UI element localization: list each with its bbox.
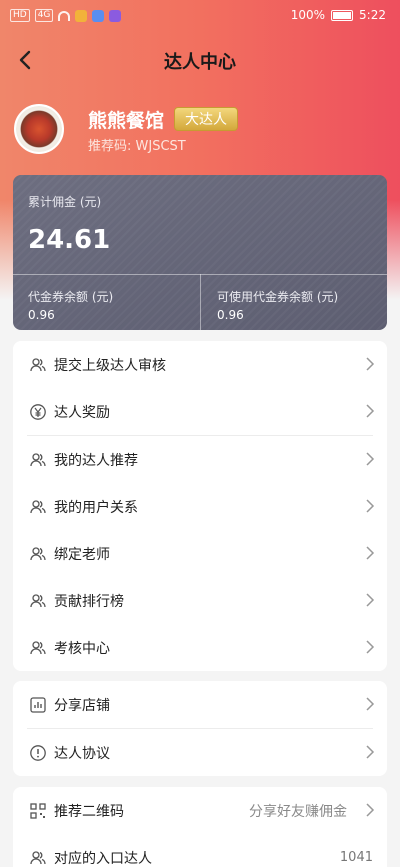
referral-code: 推荐码: WJSCST: [88, 139, 186, 154]
battery-icon: [331, 9, 354, 21]
food-image: [16, 106, 62, 152]
menu-item-label: 分享店铺: [54, 697, 110, 714]
menu-item-label: 提交上级达人审核: [54, 357, 166, 374]
share-menu-card: 分享店铺 达人协议: [13, 681, 387, 776]
avatar[interactable]: [14, 104, 64, 154]
menu-item-label: 贡献排行榜: [54, 593, 124, 610]
menu-item-entry-talents[interactable]: 对应的入口达人 1041: [13, 834, 387, 867]
usable-voucher-label: 可使用代金券余额 (元): [217, 290, 339, 304]
users-icon: [29, 639, 47, 657]
users-icon: [29, 451, 47, 469]
signal-chip: 4G: [34, 9, 54, 22]
chevron-right-icon: [365, 451, 375, 467]
chevron-right-icon: [365, 744, 375, 760]
menu-item-my-referrals[interactable]: 我的达人推荐: [13, 436, 387, 483]
chevron-right-icon: [365, 356, 375, 372]
qr-menu-card: 推荐二维码 分享好友赚佣金 对应的入口达人 1041: [13, 787, 387, 867]
yen-icon: [29, 403, 47, 421]
main-menu-card: 提交上级达人审核 达人奖励 我的达人推荐 我的用户关系 绑定老师 贡献排行榜 考…: [13, 341, 387, 671]
nav-bar: 达人中心: [0, 38, 400, 82]
voucher-balance-label: 代金券余额 (元): [28, 290, 114, 304]
shop-name: 熊熊餐馆: [88, 110, 165, 132]
talent-count: 1041: [339, 850, 373, 865]
level-badge: 大达人: [174, 107, 238, 131]
menu-item-label: 我的用户关系: [54, 499, 138, 516]
qr-icon: [29, 802, 47, 820]
menu-item-agreement[interactable]: 达人协议: [13, 729, 387, 776]
app-notification-icon: [75, 9, 88, 22]
status-bar: HD 4G 100% 5:22: [0, 0, 400, 32]
chevron-right-icon: [365, 592, 375, 608]
chevron-right-icon: [365, 545, 375, 561]
chevron-right-icon: [365, 639, 375, 655]
share-hint: 分享好友赚佣金: [249, 803, 347, 820]
menu-item-rewards[interactable]: 达人奖励: [13, 388, 387, 435]
chevron-right-icon: [365, 696, 375, 712]
menu-item-user-relations[interactable]: 我的用户关系: [13, 483, 387, 530]
menu-item-label: 我的达人推荐: [54, 452, 138, 469]
menu-item-bind-teacher[interactable]: 绑定老师: [13, 530, 387, 577]
page-title: 达人中心: [164, 52, 236, 73]
menu-item-share-shop[interactable]: 分享店铺: [13, 681, 387, 728]
voucher-balance-value: 0.96: [28, 308, 55, 322]
chevron-right-icon: [365, 802, 375, 818]
usable-voucher-value: 0.96: [217, 308, 244, 322]
menu-item-label: 推荐二维码: [54, 803, 124, 820]
users-icon: [29, 592, 47, 610]
menu-item-qr-code[interactable]: 推荐二维码 分享好友赚佣金: [13, 787, 387, 834]
chevron-right-icon: [365, 498, 375, 514]
menu-item-submit-review[interactable]: 提交上级达人审核: [13, 341, 387, 388]
total-commission-label: 累计佣金 (元): [28, 195, 102, 209]
app-notification-icon: [109, 9, 122, 22]
menu-item-label: 考核中心: [54, 640, 110, 657]
info-icon: [29, 744, 47, 762]
clock: 5:22: [359, 8, 386, 22]
menu-item-assessment[interactable]: 考核中心: [13, 624, 387, 671]
chevron-right-icon: [365, 403, 375, 419]
chart-icon: [29, 696, 47, 714]
users-icon: [29, 498, 47, 516]
users-icon: [29, 356, 47, 374]
menu-item-label: 达人奖励: [54, 404, 110, 421]
network-chip: HD: [10, 9, 30, 22]
app-notification-icon: [92, 9, 105, 22]
menu-item-label: 绑定老师: [54, 546, 110, 563]
battery-percent: 100%: [290, 8, 326, 22]
wifi-icon: [58, 10, 71, 21]
users-icon: [29, 849, 47, 867]
divider: [200, 274, 201, 330]
users-icon: [29, 545, 47, 563]
total-commission-value: 24.61: [28, 225, 111, 255]
menu-item-leaderboard[interactable]: 贡献排行榜: [13, 577, 387, 624]
earnings-card: 累计佣金 (元) 24.61 代金券余额 (元) 0.96 可使用代金券余额 (…: [13, 175, 387, 330]
menu-item-label: 达人协议: [54, 745, 110, 762]
menu-item-label: 对应的入口达人: [54, 850, 152, 867]
